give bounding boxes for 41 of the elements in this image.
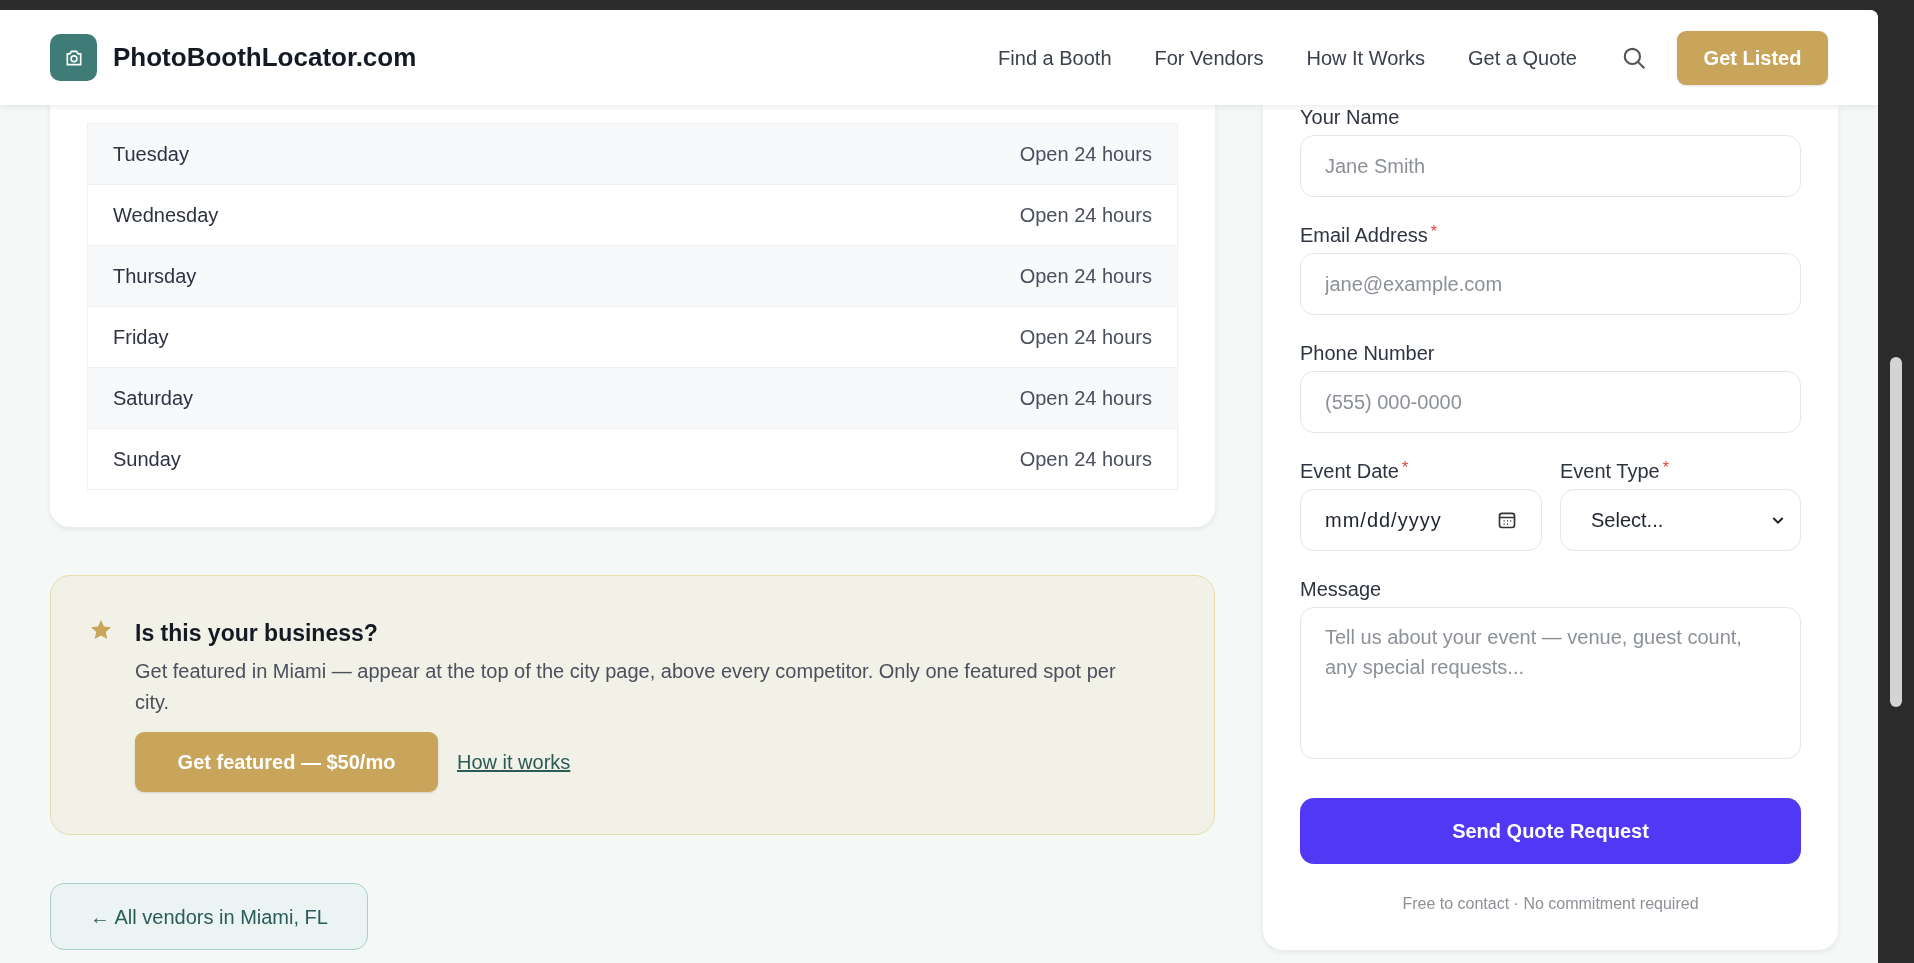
nav-link[interactable]: How It Works [1306, 42, 1426, 73]
field-label: Event Type [1560, 459, 1660, 483]
hours-text: Open 24 hours [1019, 203, 1152, 228]
star-icon [89, 618, 113, 642]
hours-text: Open 24 hours [1019, 325, 1152, 350]
required-mark: * [1401, 459, 1409, 477]
field-label: Message [1300, 577, 1382, 601]
nav-link[interactable]: For Vendors [1154, 42, 1264, 73]
message-field[interactable]: Tell us about your event — venue, guest count, any special requests... [1300, 607, 1801, 759]
site-logo[interactable]: PhotoBoothLocator.com [113, 38, 417, 77]
required-mark: * [1662, 459, 1669, 477]
text-field[interactable]: (555) 000-0000 [1300, 371, 1801, 433]
hours-text: Open 24 hours [1019, 142, 1152, 167]
hours-text: Open 24 hours [1019, 447, 1152, 472]
day-name: Sunday [113, 447, 181, 472]
send-quote-button[interactable]: Send Quote Request [1300, 798, 1801, 864]
field-label: Event Date [1300, 459, 1399, 483]
text-field[interactable]: Jane Smith [1300, 135, 1801, 197]
field-label: Email Address [1300, 223, 1428, 247]
day-name: Saturday [113, 386, 194, 411]
day-name: Tuesday [113, 142, 189, 167]
promo-text: Get featured in Miami — appear at the top of the city page, above every competitor. Only one featured spot per city. [135, 658, 1117, 715]
nav-link[interactable]: Find a Booth [998, 42, 1112, 73]
day-name: Wednesday [113, 203, 219, 228]
day-name: Thursday [113, 264, 197, 289]
back-link[interactable]: ← All vendors in Miami, FL [50, 883, 368, 950]
field-label: Your Name [1300, 105, 1400, 129]
promo-title: Is this your business? [135, 619, 379, 648]
event-type-select[interactable]: Select... [1560, 489, 1801, 551]
camera-icon [50, 34, 97, 81]
text-field[interactable]: jane@example.com [1300, 253, 1801, 315]
nav-link[interactable]: Get a Quote [1468, 42, 1577, 73]
field-label: Phone Number [1300, 341, 1435, 365]
form-note: Free to contact · No commitment required [1401, 894, 1700, 914]
required-mark: * [1430, 223, 1438, 241]
how-it-works-link[interactable]: How it works [457, 746, 571, 777]
hours-text: Open 24 hours [1019, 264, 1152, 289]
calendar-icon[interactable] [1497, 510, 1517, 530]
day-name: Friday [113, 325, 169, 350]
date-field[interactable]: mm/dd/yyyy [1300, 489, 1542, 551]
hours-text: Open 24 hours [1019, 386, 1152, 411]
